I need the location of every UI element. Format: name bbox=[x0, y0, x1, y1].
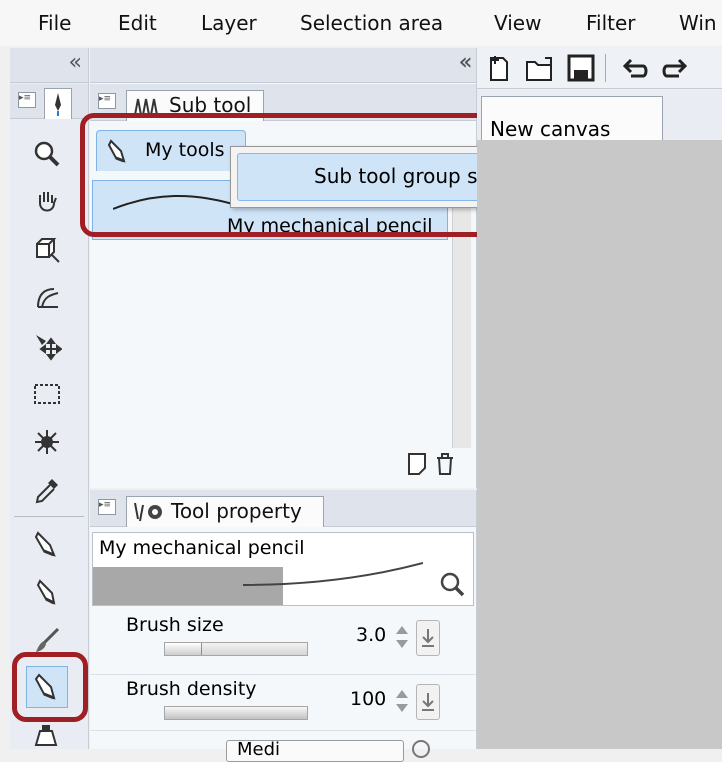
pressure-icon bbox=[422, 629, 434, 647]
pen-tab-icon bbox=[55, 93, 61, 116]
collapse-left-icon[interactable]: « bbox=[459, 50, 472, 75]
partial-round-icon[interactable] bbox=[412, 740, 430, 758]
brush-density-spinner-icon[interactable] bbox=[394, 686, 410, 716]
redo-icon[interactable] bbox=[661, 56, 689, 80]
pencil-icon[interactable] bbox=[27, 572, 67, 612]
partial-dropdown[interactable]: Medi bbox=[226, 740, 404, 762]
palette-menu-icon[interactable]: ▸≡ bbox=[18, 92, 36, 108]
auto-select-icon[interactable] bbox=[27, 278, 67, 318]
save-icon[interactable] bbox=[567, 54, 595, 82]
tool-preview: My mechanical pencil bbox=[92, 532, 474, 606]
brush-density-slider-fill bbox=[165, 707, 307, 719]
toolbar-highlight-outline bbox=[12, 652, 88, 722]
delete-subtool-icon[interactable] bbox=[434, 452, 456, 476]
tool-palette: « ▸≡ bbox=[10, 48, 89, 749]
brush-density-pressure-button[interactable] bbox=[416, 684, 440, 720]
canvas-tab[interactable]: New canvas bbox=[481, 96, 663, 141]
toolbar-divider bbox=[14, 516, 84, 517]
menu-filter[interactable]: Filter bbox=[586, 11, 636, 35]
brush-size-slider-fill bbox=[165, 643, 202, 655]
move-layer-icon[interactable] bbox=[27, 326, 67, 366]
menu-layer[interactable]: Layer bbox=[201, 11, 257, 35]
tool-property-menu-icon[interactable]: ▸≡ bbox=[98, 499, 116, 515]
brush-density-row: Brush density 100 bbox=[90, 674, 476, 731]
subtool-panel-header: « bbox=[90, 48, 476, 83]
tool-palette-header: « bbox=[10, 48, 88, 83]
pen-icon[interactable] bbox=[27, 524, 67, 564]
brush-density-slider[interactable] bbox=[164, 706, 308, 720]
tool-palette-tabbar: ▸≡ bbox=[10, 84, 88, 119]
subtool-menu-icon[interactable]: ▸≡ bbox=[98, 93, 116, 109]
tool-property-panel: ▸≡ Tool property My mechanical pencil Br… bbox=[90, 490, 477, 762]
tool-property-tabbar: ▸≡ Tool property bbox=[90, 490, 476, 527]
brush-size-label: Brush size bbox=[126, 614, 224, 636]
command-divider bbox=[605, 54, 606, 82]
brush-size-slider[interactable] bbox=[164, 642, 308, 656]
object-icon[interactable] bbox=[27, 230, 67, 270]
command-bar: « bbox=[459, 48, 722, 89]
menu-bar: File Edit Layer Selection area View Filt… bbox=[0, 0, 722, 46]
menu-view[interactable]: View bbox=[494, 11, 541, 35]
brush-size-spinner-icon[interactable] bbox=[394, 622, 410, 652]
collapse-left-icon[interactable]: « bbox=[69, 50, 82, 75]
partial-dropdown-label: Medi bbox=[237, 740, 281, 760]
eyedropper-icon[interactable] bbox=[27, 470, 67, 510]
undo-icon[interactable] bbox=[621, 56, 649, 80]
menu-file[interactable]: File bbox=[38, 11, 71, 35]
menu-selection-area[interactable]: Selection area bbox=[300, 11, 443, 35]
preview-stroke-icon bbox=[243, 562, 423, 586]
open-folder-icon[interactable] bbox=[525, 56, 555, 82]
preview-zoom-icon[interactable] bbox=[439, 571, 465, 597]
tool-property-name: My mechanical pencil bbox=[99, 537, 305, 559]
tool-property-tab-label: Tool property bbox=[171, 499, 302, 523]
brush-size-row: Brush size 3.0 bbox=[90, 608, 476, 675]
brush-size-value[interactable]: 3.0 bbox=[356, 624, 386, 646]
canvas-tabbar: New canvas bbox=[477, 90, 722, 141]
tool-property-tab[interactable]: Tool property bbox=[126, 496, 324, 527]
canvas-area[interactable] bbox=[477, 140, 722, 749]
brush-density-value[interactable]: 100 bbox=[350, 688, 386, 710]
eraser-icon[interactable] bbox=[27, 716, 67, 756]
canvas-tab-label: New canvas bbox=[490, 117, 611, 141]
new-subtool-icon[interactable] bbox=[406, 452, 428, 476]
new-file-icon[interactable] bbox=[487, 56, 511, 82]
selection-rect-icon[interactable] bbox=[27, 374, 67, 414]
menu-edit[interactable]: Edit bbox=[118, 11, 157, 35]
zoom-icon[interactable] bbox=[27, 134, 67, 174]
pressure-icon bbox=[422, 693, 434, 711]
tool-property-tab-icon bbox=[134, 502, 162, 522]
menu-window[interactable]: Win bbox=[679, 11, 717, 35]
magic-wand-icon[interactable] bbox=[27, 422, 67, 462]
hand-icon[interactable] bbox=[27, 182, 67, 222]
brush-density-label: Brush density bbox=[126, 678, 257, 700]
tool-tab[interactable] bbox=[44, 88, 72, 119]
brush-size-pressure-button[interactable] bbox=[416, 620, 440, 656]
